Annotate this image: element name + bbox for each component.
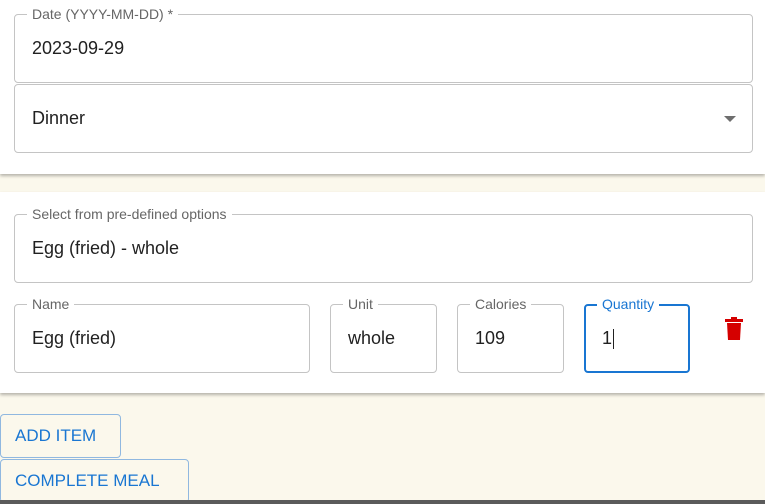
meal-type-value: Dinner — [32, 108, 86, 128]
date-field[interactable]: Date (YYYY-MM-DD) * 2023-09-29 — [14, 6, 753, 83]
text-caret — [613, 328, 615, 349]
quantity-field[interactable]: Quantity 1 — [584, 296, 690, 373]
predefined-options-select[interactable]: Select from pre-defined options Egg (fri… — [14, 206, 753, 283]
calories-value: 109 — [475, 328, 506, 348]
calories-field[interactable]: Calories 109 — [457, 296, 564, 373]
meal-details-card: Date (YYYY-MM-DD) * 2023-09-29 Dinner — [0, 0, 765, 174]
quantity-value-wrap: 1 — [602, 306, 615, 371]
name-field[interactable]: Name Egg (fried) — [14, 296, 310, 373]
chevron-down-icon — [724, 116, 736, 122]
quantity-value: 1 — [602, 328, 613, 348]
meal-item-card: Select from pre-defined options Egg (fri… — [0, 192, 765, 393]
meal-type-select[interactable]: Dinner — [14, 84, 753, 153]
unit-field[interactable]: Unit whole — [330, 296, 437, 373]
predefined-options-value: Egg (fried) - whole — [32, 238, 180, 258]
date-value: 2023-09-29 — [32, 38, 125, 58]
name-value: Egg (fried) — [32, 328, 117, 348]
trash-icon[interactable] — [724, 317, 744, 341]
complete-meal-button[interactable]: COMPLETE MEAL — [0, 459, 189, 503]
add-item-button[interactable]: ADD ITEM — [0, 414, 121, 458]
unit-value: whole — [348, 328, 396, 348]
bottom-edge-bar — [0, 500, 765, 504]
